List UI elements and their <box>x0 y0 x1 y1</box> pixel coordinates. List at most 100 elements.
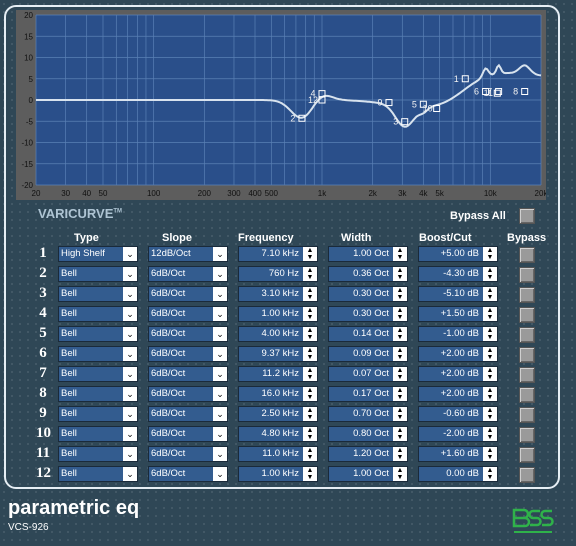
up-down-arrows-icon[interactable]: ▲ ▼ <box>393 407 407 421</box>
up-down-arrows-icon[interactable]: ▲ ▼ <box>483 267 497 281</box>
up-down-arrows-icon[interactable]: ▲ ▼ <box>483 467 497 481</box>
up-down-arrows-icon[interactable]: ▲ ▼ <box>303 367 317 381</box>
band-width-field[interactable]: 0.70 Oct ▲ ▼ <box>328 406 408 422</box>
chevron-down-icon[interactable]: ⌄ <box>123 467 137 481</box>
band-boost-cut-field[interactable]: -5.10 dB ▲ ▼ <box>418 286 498 302</box>
up-down-arrows-icon[interactable]: ▲ ▼ <box>483 427 497 441</box>
band-boost-cut-field[interactable]: +1.60 dB ▲ ▼ <box>418 446 498 462</box>
band-frequency-field[interactable]: 4.80 kHz ▲ ▼ <box>238 426 318 442</box>
chevron-down-icon[interactable]: ⌄ <box>213 427 227 441</box>
band-width-field[interactable]: 0.17 Oct ▲ ▼ <box>328 386 408 402</box>
chevron-down-icon[interactable]: ⌄ <box>213 247 227 261</box>
band-frequency-field[interactable]: 16.0 kHz ▲ ▼ <box>238 386 318 402</box>
band-slope-select[interactable]: 6dB/Oct ⌄ <box>148 426 228 442</box>
band-type-select[interactable]: Bell ⌄ <box>58 426 138 442</box>
band-type-select[interactable]: High Shelf ⌄ <box>58 246 138 262</box>
up-down-arrows-icon[interactable]: ▲ ▼ <box>303 247 317 261</box>
up-down-arrows-icon[interactable]: ▲ ▼ <box>303 267 317 281</box>
up-down-arrows-icon[interactable]: ▲ ▼ <box>393 467 407 481</box>
chevron-down-icon[interactable]: ⌄ <box>213 387 227 401</box>
chevron-down-icon[interactable]: ⌄ <box>123 347 137 361</box>
band-width-field[interactable]: 0.14 Oct ▲ ▼ <box>328 326 408 342</box>
up-down-arrows-icon[interactable]: ▲ ▼ <box>303 447 317 461</box>
band-frequency-field[interactable]: 4.00 kHz ▲ ▼ <box>238 326 318 342</box>
band-boost-cut-field[interactable]: -2.00 dB ▲ ▼ <box>418 426 498 442</box>
band-width-field[interactable]: 0.36 Oct ▲ ▼ <box>328 266 408 282</box>
up-down-arrows-icon[interactable]: ▲ ▼ <box>483 447 497 461</box>
band-type-select[interactable]: Bell ⌄ <box>58 266 138 282</box>
up-down-arrows-icon[interactable]: ▲ ▼ <box>393 427 407 441</box>
chevron-down-icon[interactable]: ⌄ <box>123 247 137 261</box>
band-slope-select[interactable]: 6dB/Oct ⌄ <box>148 266 228 282</box>
band-type-select[interactable]: Bell ⌄ <box>58 466 138 482</box>
band-frequency-field[interactable]: 9.37 kHz ▲ ▼ <box>238 346 318 362</box>
band-boost-cut-field[interactable]: 0.00 dB ▲ ▼ <box>418 466 498 482</box>
up-down-arrows-icon[interactable]: ▲ ▼ <box>303 287 317 301</box>
up-down-arrows-icon[interactable]: ▲ ▼ <box>483 407 497 421</box>
chevron-down-icon[interactable]: ⌄ <box>213 267 227 281</box>
band-bypass-button[interactable] <box>519 367 535 383</box>
chevron-down-icon[interactable]: ⌄ <box>123 407 137 421</box>
band-frequency-field[interactable]: 760 Hz ▲ ▼ <box>238 266 318 282</box>
band-bypass-button[interactable] <box>519 467 535 483</box>
band-frequency-field[interactable]: 11.0 kHz ▲ ▼ <box>238 446 318 462</box>
band-width-field[interactable]: 0.80 Oct ▲ ▼ <box>328 426 408 442</box>
band-type-select[interactable]: Bell ⌄ <box>58 366 138 382</box>
up-down-arrows-icon[interactable]: ▲ ▼ <box>393 307 407 321</box>
up-down-arrows-icon[interactable]: ▲ ▼ <box>303 347 317 361</box>
band-boost-cut-field[interactable]: -4.30 dB ▲ ▼ <box>418 266 498 282</box>
band-width-field[interactable]: 0.07 Oct ▲ ▼ <box>328 366 408 382</box>
chevron-down-icon[interactable]: ⌄ <box>213 407 227 421</box>
chevron-down-icon[interactable]: ⌄ <box>213 347 227 361</box>
up-down-arrows-icon[interactable]: ▲ ▼ <box>393 447 407 461</box>
band-type-select[interactable]: Bell ⌄ <box>58 286 138 302</box>
band-width-field[interactable]: 0.30 Oct ▲ ▼ <box>328 286 408 302</box>
chevron-down-icon[interactable]: ⌄ <box>213 327 227 341</box>
band-width-field[interactable]: 1.00 Oct ▲ ▼ <box>328 246 408 262</box>
chevron-down-icon[interactable]: ⌄ <box>213 367 227 381</box>
band-bypass-button[interactable] <box>519 427 535 443</box>
band-bypass-button[interactable] <box>519 387 535 403</box>
up-down-arrows-icon[interactable]: ▲ ▼ <box>303 427 317 441</box>
up-down-arrows-icon[interactable]: ▲ ▼ <box>393 287 407 301</box>
band-type-select[interactable]: Bell ⌄ <box>58 306 138 322</box>
chevron-down-icon[interactable]: ⌄ <box>213 467 227 481</box>
bypass-all-button[interactable] <box>519 208 535 224</box>
band-width-field[interactable]: 0.09 Oct ▲ ▼ <box>328 346 408 362</box>
band-frequency-field[interactable]: 1.00 kHz ▲ ▼ <box>238 466 318 482</box>
up-down-arrows-icon[interactable]: ▲ ▼ <box>393 327 407 341</box>
up-down-arrows-icon[interactable]: ▲ ▼ <box>483 247 497 261</box>
up-down-arrows-icon[interactable]: ▲ ▼ <box>393 367 407 381</box>
band-slope-select[interactable]: 6dB/Oct ⌄ <box>148 466 228 482</box>
up-down-arrows-icon[interactable]: ▲ ▼ <box>303 327 317 341</box>
band-bypass-button[interactable] <box>519 307 535 323</box>
band-bypass-button[interactable] <box>519 267 535 283</box>
up-down-arrows-icon[interactable]: ▲ ▼ <box>483 347 497 361</box>
chevron-down-icon[interactable]: ⌄ <box>123 427 137 441</box>
up-down-arrows-icon[interactable]: ▲ ▼ <box>393 347 407 361</box>
band-frequency-field[interactable]: 1.00 kHz ▲ ▼ <box>238 306 318 322</box>
band-frequency-field[interactable]: 3.10 kHz ▲ ▼ <box>238 286 318 302</box>
band-width-field[interactable]: 1.20 Oct ▲ ▼ <box>328 446 408 462</box>
chevron-down-icon[interactable]: ⌄ <box>123 367 137 381</box>
band-boost-cut-field[interactable]: +2.00 dB ▲ ▼ <box>418 366 498 382</box>
band-type-select[interactable]: Bell ⌄ <box>58 386 138 402</box>
band-slope-select[interactable]: 6dB/Oct ⌄ <box>148 366 228 382</box>
chevron-down-icon[interactable]: ⌄ <box>123 287 137 301</box>
band-boost-cut-field[interactable]: +2.00 dB ▲ ▼ <box>418 386 498 402</box>
up-down-arrows-icon[interactable]: ▲ ▼ <box>483 367 497 381</box>
band-slope-select[interactable]: 6dB/Oct ⌄ <box>148 446 228 462</box>
chevron-down-icon[interactable]: ⌄ <box>123 307 137 321</box>
band-boost-cut-field[interactable]: -1.00 dB ▲ ▼ <box>418 326 498 342</box>
band-boost-cut-field[interactable]: +1.50 dB ▲ ▼ <box>418 306 498 322</box>
chevron-down-icon[interactable]: ⌄ <box>123 447 137 461</box>
chevron-down-icon[interactable]: ⌄ <box>123 267 137 281</box>
up-down-arrows-icon[interactable]: ▲ ▼ <box>303 387 317 401</box>
eq-graph[interactable]: 20 15 10 5 0 -5 -10 -15 -20 20 30 40 50 100 200 300 400 5… <box>16 10 546 200</box>
up-down-arrows-icon[interactable]: ▲ ▼ <box>303 467 317 481</box>
band-bypass-button[interactable] <box>519 407 535 423</box>
band-type-select[interactable]: Bell ⌄ <box>58 326 138 342</box>
band-frequency-field[interactable]: 7.10 kHz ▲ ▼ <box>238 246 318 262</box>
chevron-down-icon[interactable]: ⌄ <box>213 307 227 321</box>
up-down-arrows-icon[interactable]: ▲ ▼ <box>393 247 407 261</box>
